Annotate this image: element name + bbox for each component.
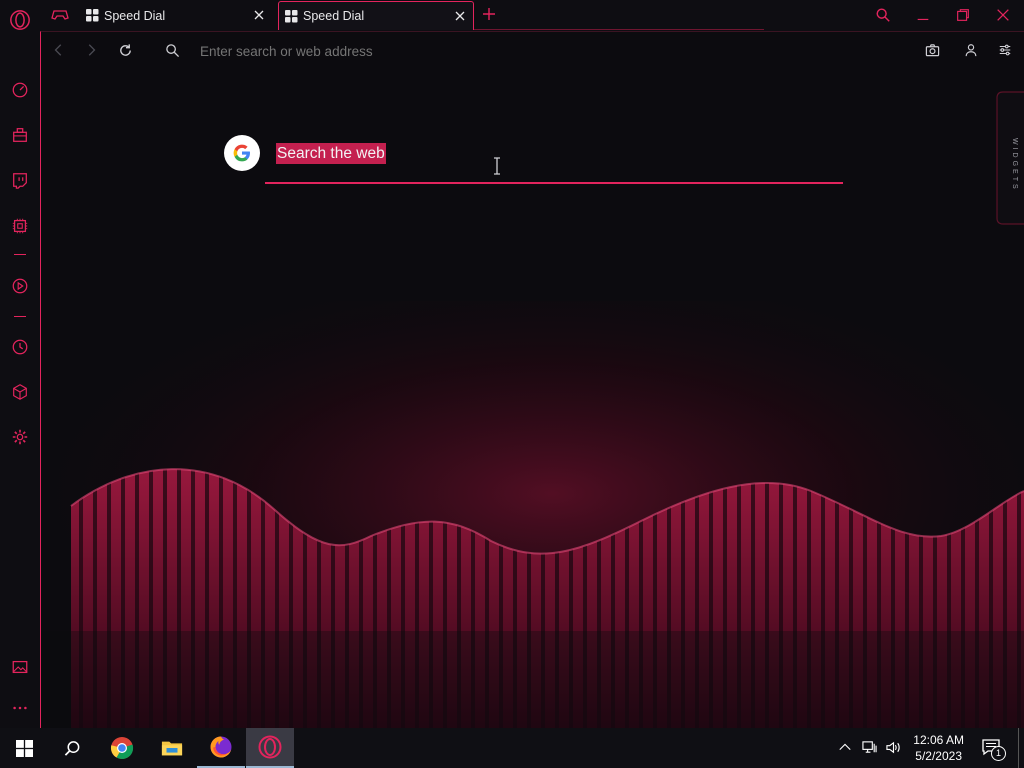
extensions-cube-icon[interactable] <box>10 382 30 402</box>
clock-date: 5/2/2023 <box>915 749 962 763</box>
speed-dial-tab-icon <box>285 9 298 22</box>
speed-dial-page <box>40 31 1024 728</box>
windows-taskbar: 12:06 AM 5/2/2023 1 <box>0 728 1024 768</box>
notifications-icon[interactable]: 1 <box>982 739 1006 761</box>
chrome-icon[interactable] <box>98 728 146 768</box>
easy-setup-icon[interactable] <box>995 40 1015 60</box>
forward-icon[interactable] <box>81 40 101 60</box>
notification-count-badge: 1 <box>991 746 1006 761</box>
tab-speed-dial[interactable]: Speed Dial <box>80 1 272 30</box>
close-icon[interactable] <box>994 6 1012 24</box>
google-logo-icon[interactable] <box>224 135 260 171</box>
clock-time: 12:06 AM <box>913 733 964 747</box>
taskbar-clock[interactable]: 12:06 AM 5/2/2023 <box>913 732 964 764</box>
widgets-panel-toggle[interactable]: WIDGETS <box>981 90 1024 226</box>
more-dots-icon[interactable] <box>10 698 30 718</box>
back-icon[interactable] <box>49 40 69 60</box>
snapshot-camera-icon[interactable] <box>922 40 942 60</box>
reload-icon[interactable] <box>115 40 135 60</box>
opera-logo-icon[interactable] <box>8 8 32 32</box>
minimize-icon[interactable] <box>914 6 932 24</box>
search-icon <box>162 40 182 60</box>
tab-strip: Speed Dial Speed Dial <box>40 0 1024 31</box>
taskbar-search-icon[interactable] <box>48 728 96 768</box>
tab-strip-underline <box>474 29 764 30</box>
sidebar-divider <box>14 316 26 317</box>
background-wave-wallpaper <box>41 301 1024 728</box>
tab-label: Speed Dial <box>104 8 166 23</box>
tab-label: Speed Dial <box>303 9 365 23</box>
speed-dial-gauge-icon[interactable] <box>10 80 30 100</box>
text-cursor-icon <box>494 157 500 175</box>
gx-controller-icon[interactable] <box>50 6 70 24</box>
file-explorer-icon[interactable] <box>148 728 196 768</box>
network-icon[interactable] <box>861 740 879 756</box>
hardware-limiter-icon[interactable] <box>10 216 30 236</box>
opera-gx-icon[interactable] <box>246 728 294 768</box>
widgets-label: WIDGETS <box>1011 138 1018 192</box>
restore-icon[interactable] <box>954 6 972 24</box>
show-hidden-icon[interactable] <box>838 740 854 756</box>
player-icon[interactable] <box>10 276 30 296</box>
speed-dial-tab-icon <box>86 9 99 22</box>
close-tab-icon[interactable] <box>453 9 467 23</box>
close-tab-icon[interactable] <box>252 8 266 22</box>
windows-start-icon[interactable] <box>0 728 48 768</box>
address-input[interactable] <box>198 41 802 61</box>
show-desktop-divider[interactable] <box>1018 728 1019 768</box>
search-tabs-icon[interactable] <box>874 6 892 24</box>
gx-corner-icon[interactable] <box>10 125 30 145</box>
firefox-icon[interactable] <box>197 728 245 768</box>
settings-gear-icon[interactable] <box>10 427 30 447</box>
volume-icon[interactable] <box>885 740 903 756</box>
twitch-icon[interactable] <box>10 170 30 190</box>
wallpaper-icon[interactable] <box>10 657 30 677</box>
search-underline <box>265 182 843 184</box>
web-search-input[interactable]: Search the web <box>276 143 386 164</box>
address-bar <box>41 32 1024 68</box>
tab-speed-dial-active[interactable]: Speed Dial <box>278 1 474 30</box>
new-tab-plus-icon[interactable] <box>481 6 497 22</box>
history-icon[interactable] <box>10 337 30 357</box>
account-icon[interactable] <box>961 40 981 60</box>
sidebar <box>0 0 40 728</box>
sidebar-divider <box>14 254 26 255</box>
